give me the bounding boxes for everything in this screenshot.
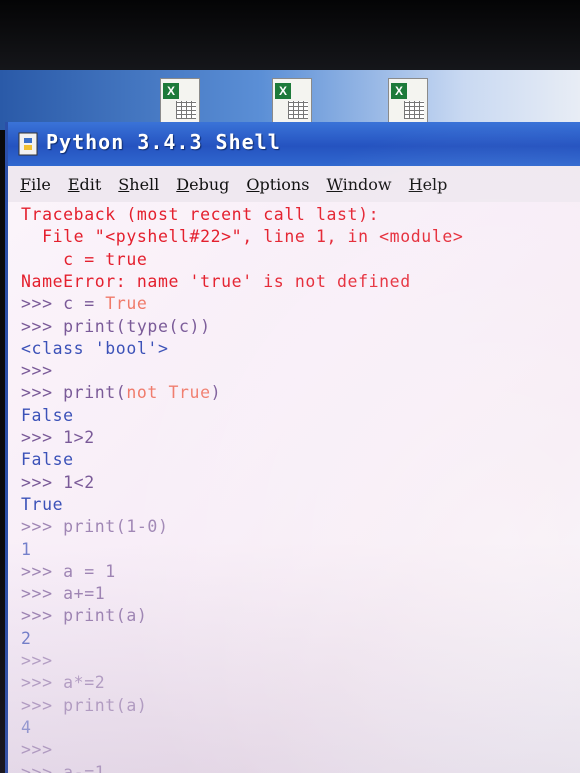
shell-output-line: 1 [21,539,32,559]
shell-code: 1<2 [63,472,95,492]
shell-input-line: >>> print(1-0) [21,517,168,539]
excel-file-icon[interactable]: X [272,78,312,124]
menu-window[interactable]: Window [326,175,391,194]
shell-input-line: >>> [21,651,63,673]
shell-prompt: >>> [21,361,64,381]
shell-error-line: Traceback (most recent call last): [21,205,380,224]
menu-file[interactable]: File [20,175,51,194]
shell-input-line: >>> [21,361,63,383]
menu-edit[interactable]: Edit [68,175,101,194]
shell-prompt: >>> [21,606,64,626]
shell-prompt: >>> [21,695,64,715]
shell-code: a*=2 [63,673,106,693]
shell-prompt: >>> [21,517,64,537]
window-title: Python 3.4.3 Shell [46,130,281,154]
shell-input-line: >>> c = True [21,294,147,316]
shell-output-line: True [21,494,64,514]
shell-code: a-=1 [63,762,106,773]
menu-bar: File Edit Shell Debug Options Window Hel… [8,166,580,203]
shell-prompt: >>> [21,561,64,581]
shell-error-line: NameError: name 'true' is not defined [21,271,411,291]
shell-input-line: >>> a = 1 [21,562,116,584]
shell-code-tail: ) [210,383,222,403]
shell-code: print( [63,383,127,403]
shell-code: print(a) [63,695,148,715]
menu-help[interactable]: Help [409,175,448,194]
shell-prompt: >>> [21,294,64,314]
shell-input-line: >>> print(type(c)) [21,317,211,339]
excel-file-icon[interactable]: X [160,78,200,124]
shell-input-line: >>> a*=2 [21,673,105,695]
shell-prompt: >>> [21,472,64,492]
menu-debug[interactable]: Debug [176,175,229,194]
shell-code: print(1-0) [63,517,169,537]
shell-keyword: not True [126,383,211,403]
shell-keyword: True [105,294,148,314]
shell-input-line: >>> 1>2 [21,428,95,450]
python-shell-window: Python 3.4.3 Shell File Edit Shell Debug… [5,122,580,773]
shell-input-line: >>> print(a) [21,696,147,718]
shell-code: c = [63,294,106,314]
shell-code: a = 1 [63,561,116,581]
shell-prompt: >>> [21,673,64,693]
shell-code: print(type(c)) [63,316,211,336]
shell-code: print(a) [63,606,148,626]
shell-code: a+=1 [63,584,106,604]
shell-error-line: c = true [21,249,148,269]
menu-shell[interactable]: Shell [118,175,159,194]
python-icon [18,132,38,156]
shell-prompt: >>> [21,740,64,760]
shell-input-line: >>> [21,740,63,762]
shell-output-line: False [21,405,74,425]
shell-input-line: >>> a+=1 [21,584,105,606]
shell-error-line: File "<pyshell#22>", line 1, in <module> [21,227,464,247]
shell-prompt: >>> [21,762,64,773]
shell-text-area[interactable]: Traceback (most recent call last): File … [8,202,580,773]
menu-options[interactable]: Options [246,175,309,194]
excel-file-icon[interactable]: X [388,78,428,124]
shell-prompt: >>> [21,651,64,670]
shell-output-line: 4 [21,717,32,737]
shell-input-line: >>> print(not True) [21,383,221,405]
shell-input-line: >>> 1<2 [21,473,95,495]
shell-prompt: >>> [21,316,64,336]
shell-output-line: <class 'bool'> [21,338,169,358]
shell-input-line: >>> print(a) [21,606,147,628]
shell-input-line: >>> a-=1 [21,763,105,773]
title-bar[interactable]: Python 3.4.3 Shell [8,122,580,166]
monitor-bezel [0,0,580,70]
shell-prompt: >>> [21,383,64,403]
shell-prompt: >>> [21,584,64,604]
shell-output-line: 2 [21,628,32,648]
desktop-background: X X X [0,70,580,130]
shell-prompt: >>> [21,428,64,447]
shell-code: 1>2 [63,428,95,447]
shell-output-line: False [21,450,74,470]
